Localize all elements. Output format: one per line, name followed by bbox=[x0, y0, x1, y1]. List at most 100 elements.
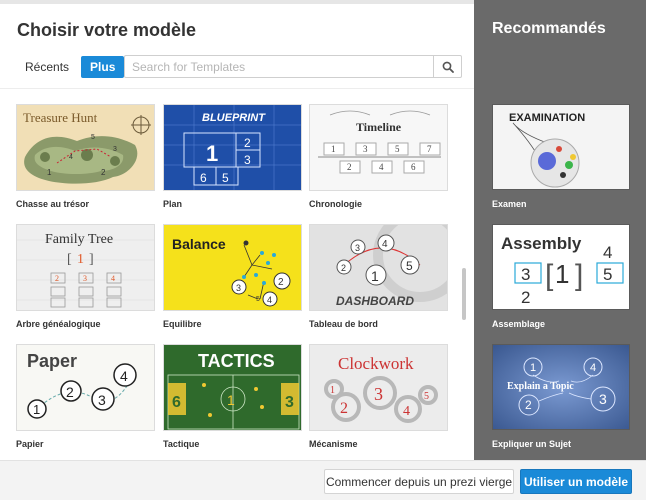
svg-text:6: 6 bbox=[411, 162, 416, 172]
recommended-card-examination[interactable]: EXAMINATION Examen bbox=[492, 104, 630, 209]
start-blank-prezi-button[interactable]: Commencer depuis un prezi vierge bbox=[324, 469, 514, 494]
template-label: Arbre généalogique bbox=[16, 319, 101, 329]
grid-scrollbar[interactable] bbox=[462, 268, 466, 320]
svg-text:5: 5 bbox=[395, 144, 400, 154]
template-card-dashboard[interactable]: 2 3 4 5 1 DASHBOARD Tableau de bord bbox=[309, 224, 448, 329]
svg-text:1: 1 bbox=[206, 141, 218, 166]
template-label: Papier bbox=[16, 439, 44, 449]
template-label: Tactique bbox=[163, 439, 200, 449]
recommended-label: Examen bbox=[492, 199, 527, 209]
template-label: Equilibre bbox=[163, 319, 202, 329]
template-chooser-dialog: Choisir votre modèle Récents Plus Search… bbox=[0, 0, 646, 500]
svg-text:[: [ bbox=[67, 252, 72, 267]
tab-plus[interactable]: Plus bbox=[81, 56, 125, 78]
search-box bbox=[124, 55, 462, 78]
svg-text:3: 3 bbox=[113, 146, 117, 153]
svg-text:4: 4 bbox=[603, 243, 612, 262]
template-label: Mécanisme bbox=[309, 439, 358, 449]
svg-text:2: 2 bbox=[521, 288, 530, 307]
svg-text:3: 3 bbox=[236, 283, 241, 293]
recommended-thumbnail[interactable]: 3 5 4 2 1 [ ] Assembly bbox=[492, 224, 630, 310]
template-label: Plan bbox=[163, 199, 183, 209]
recommended-thumbnail[interactable]: EXAMINATION bbox=[492, 104, 630, 190]
svg-text:7: 7 bbox=[427, 144, 432, 154]
template-thumbnail[interactable]: 1 2 3 6 5 BLUEPRINT bbox=[163, 104, 302, 191]
svg-text:3: 3 bbox=[285, 394, 294, 411]
template-card-paper[interactable]: 1 2 3 4 Paper Papier bbox=[16, 344, 155, 449]
svg-text:4: 4 bbox=[403, 404, 410, 419]
dialog-title: Choisir votre modèle bbox=[17, 20, 197, 40]
thumb-title: DASHBOARD bbox=[336, 294, 414, 308]
svg-text:4: 4 bbox=[69, 154, 73, 161]
svg-text:4: 4 bbox=[120, 368, 128, 384]
svg-text:3: 3 bbox=[83, 274, 87, 283]
svg-text:5: 5 bbox=[406, 259, 413, 273]
svg-text:2: 2 bbox=[525, 398, 532, 412]
svg-text:2: 2 bbox=[340, 400, 348, 417]
thumb-title: Timeline bbox=[356, 120, 402, 134]
recommended-card-explain-topic[interactable]: 1 4 2 3 Explain a Topic Expliquer un Sujet bbox=[492, 344, 630, 449]
thumb-title: Treasure Hunt bbox=[23, 110, 98, 125]
svg-text:2: 2 bbox=[244, 136, 251, 150]
main-panel: Choisir votre modèle Récents Plus Search… bbox=[0, 4, 474, 460]
template-thumbnail[interactable]: 4 5 3 2 1 Treasure Hunt bbox=[16, 104, 155, 191]
tab-recents[interactable]: Récents bbox=[17, 56, 81, 78]
template-thumbnail[interactable]: 3 2 4 5 Balance bbox=[163, 224, 302, 311]
svg-text:3: 3 bbox=[98, 392, 106, 408]
template-thumbnail[interactable]: 1 [ ] 2 3 4 Family Tree bbox=[16, 224, 155, 311]
template-card-balance[interactable]: 3 2 4 5 Balance Equilibre bbox=[163, 224, 302, 329]
svg-text:5: 5 bbox=[91, 134, 95, 141]
svg-text:1: 1 bbox=[330, 385, 335, 396]
svg-text:1: 1 bbox=[33, 402, 40, 417]
svg-text:]: ] bbox=[575, 259, 583, 292]
template-card-tactics[interactable]: 6 3 1 TACTICS Tactique bbox=[163, 344, 302, 449]
template-card-treasure-hunt[interactable]: 4 5 3 2 1 Treasure Hunt Chasse au trésor bbox=[16, 104, 155, 209]
search-button[interactable] bbox=[433, 56, 461, 77]
recommended-thumbnail[interactable]: 1 4 2 3 Explain a Topic bbox=[492, 344, 630, 430]
template-thumbnail[interactable]: 1 3 5 7 2 4 6 Timeline bbox=[309, 104, 448, 191]
template-thumbnail[interactable]: 1 2 3 4 Paper bbox=[16, 344, 155, 431]
svg-text:3: 3 bbox=[521, 265, 530, 284]
svg-text:1: 1 bbox=[331, 144, 336, 154]
svg-text:6: 6 bbox=[200, 171, 207, 185]
search-icon bbox=[442, 61, 454, 73]
svg-text:5: 5 bbox=[603, 265, 612, 284]
template-thumbnail[interactable]: 6 3 1 TACTICS bbox=[163, 344, 302, 431]
svg-text:[: [ bbox=[545, 259, 554, 292]
svg-text:4: 4 bbox=[267, 295, 272, 305]
svg-text:6: 6 bbox=[172, 394, 181, 411]
sidebar-title: Recommandés bbox=[492, 20, 606, 37]
svg-text:3: 3 bbox=[599, 391, 607, 407]
svg-text:4: 4 bbox=[382, 239, 388, 250]
svg-text:5: 5 bbox=[222, 171, 229, 185]
thumb-title: Explain a Topic bbox=[507, 381, 574, 392]
thumb-title: Assembly bbox=[501, 234, 582, 253]
template-label: Chronologie bbox=[309, 199, 362, 209]
svg-text:1: 1 bbox=[227, 392, 235, 408]
recommended-label: Assemblage bbox=[492, 319, 546, 329]
svg-text:1: 1 bbox=[555, 259, 569, 289]
use-template-button[interactable]: Utiliser un modèle bbox=[520, 469, 632, 494]
thumb-title: Family Tree bbox=[45, 232, 113, 247]
thumb-title: Clockwork bbox=[338, 354, 414, 373]
svg-text:5: 5 bbox=[424, 391, 429, 402]
svg-text:2: 2 bbox=[66, 384, 74, 400]
svg-text:1: 1 bbox=[530, 362, 536, 374]
svg-text:2: 2 bbox=[347, 162, 352, 172]
template-card-clockwork[interactable]: 2 3 4 1 5 Clockwork Mécanisme bbox=[309, 344, 448, 449]
template-thumbnail[interactable]: 2 3 4 1 5 Clockwork bbox=[309, 344, 448, 431]
svg-text:2: 2 bbox=[278, 277, 284, 288]
svg-text:2: 2 bbox=[55, 274, 59, 283]
svg-text:2: 2 bbox=[341, 263, 346, 273]
search-input[interactable] bbox=[125, 56, 433, 77]
thumb-title: TACTICS bbox=[198, 351, 275, 371]
svg-text:3: 3 bbox=[244, 153, 251, 167]
thumb-title: EXAMINATION bbox=[509, 112, 585, 124]
template-card-blueprint[interactable]: 1 2 3 6 5 BLUEPRINT Plan bbox=[163, 104, 302, 209]
template-card-timeline[interactable]: 1 3 5 7 2 4 6 Timeline Chronologie bbox=[309, 104, 448, 209]
template-card-family-tree[interactable]: 1 [ ] 234 Family Tree Arbre généalogique bbox=[16, 224, 155, 329]
thumb-title: BLUEPRINT bbox=[202, 112, 266, 124]
template-thumbnail[interactable]: 2 3 4 5 1 DASHBOARD bbox=[309, 224, 448, 311]
recommended-card-assembly[interactable]: 3 5 4 2 1 [ ] Assembly Assemblage bbox=[492, 224, 630, 329]
template-tabs: Récents Plus bbox=[17, 56, 125, 78]
